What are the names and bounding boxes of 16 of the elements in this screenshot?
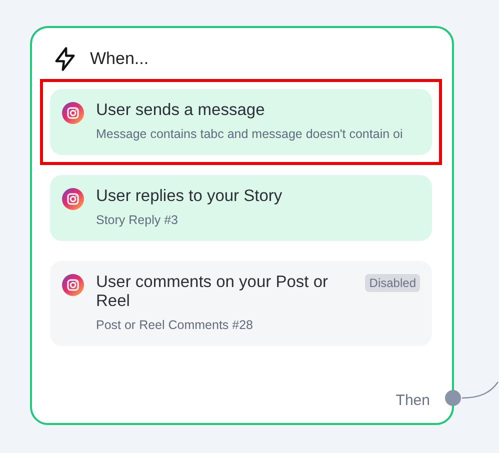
connector-line [461,381,499,399]
status-badge: Disabled [365,274,420,292]
trigger-description: Message contains tabc and message doesn't contain oi [96,126,404,143]
trigger-item[interactable]: User sends a message Message contains tabc and message doesn't contain oi [50,89,432,155]
connector-handle[interactable] [445,390,461,406]
trigger-title: User sends a message [96,101,265,120]
trigger-description: Post or Reel Comments #28 [96,317,254,334]
trigger-title: User comments on your Post or Reel [96,273,329,311]
trigger-item[interactable]: User replies to your Story Story Reply #3 [50,175,432,241]
camera-icon [62,102,84,124]
trigger-description: Story Reply #3 [96,212,179,229]
trigger-title: User replies to your Story [96,187,282,206]
then-label: Then [396,392,430,409]
camera-icon [62,188,84,210]
section-title: When... [90,49,149,69]
camera-icon [62,274,84,296]
